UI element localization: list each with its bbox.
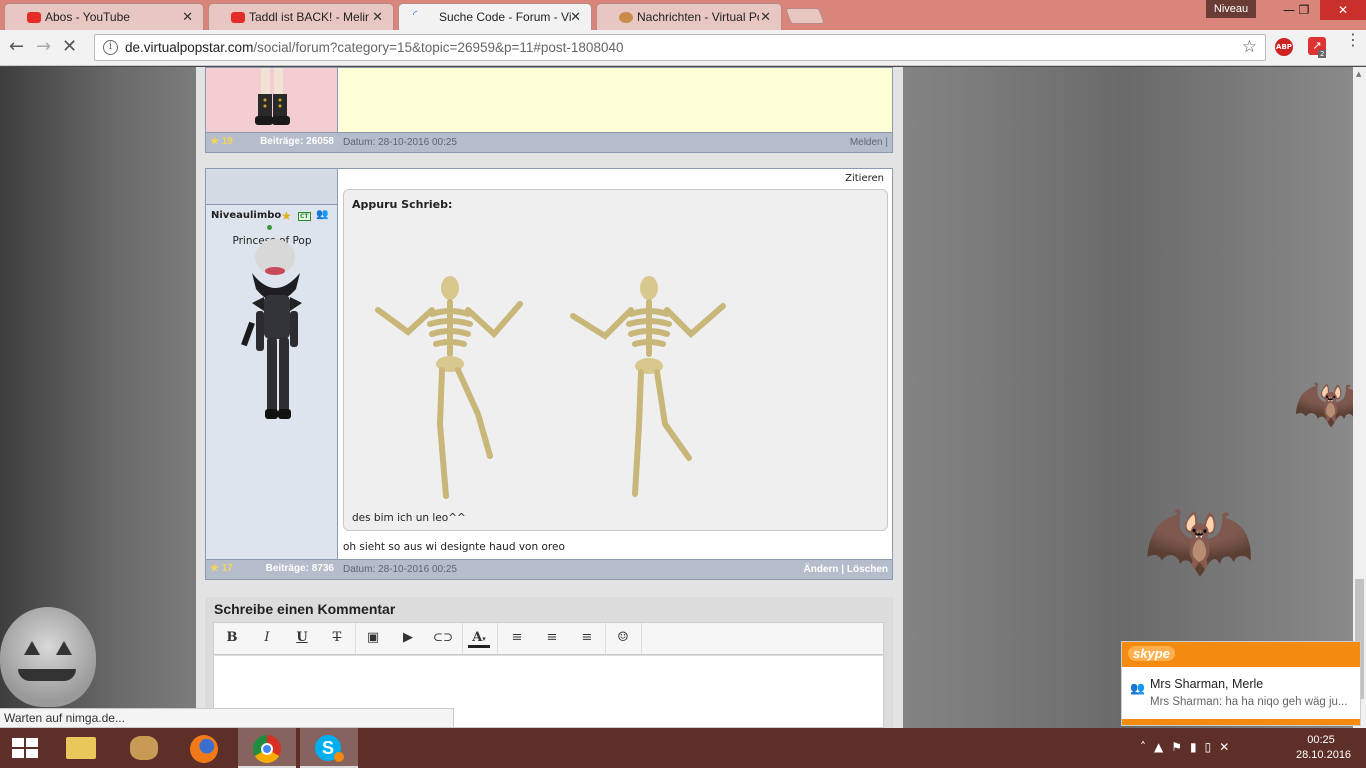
- avatar[interactable]: [230, 233, 314, 423]
- stop-loading-button[interactable]: ✕: [62, 37, 77, 57]
- tab-taddl[interactable]: Taddl ist BACK! - Melina ✕: [208, 3, 394, 30]
- status-bubble: Warten auf nimga.de...: [0, 708, 454, 728]
- close-tab-icon[interactable]: ✕: [182, 9, 193, 25]
- post-footer: ★ 17 Beiträge: 8736 Datum: 28-10-2016 00…: [206, 559, 892, 579]
- youtube-icon: [27, 12, 41, 23]
- group-chat-icon: 👥: [1130, 681, 1145, 695]
- quote-author: Appuru Schrieb:: [352, 198, 453, 211]
- video-icon[interactable]: ▶: [397, 630, 419, 648]
- quote-button[interactable]: Zitieren: [845, 173, 884, 184]
- halloween-background-right: 🦇 🦇: [903, 67, 1366, 728]
- new-tab-button[interactable]: [785, 8, 825, 24]
- editor-toolbar: B I U T ▣ ▶ ⊂⊃ A▾ ≡ ≡ ≡ ☺: [213, 622, 884, 655]
- ct-badge: CT: [298, 212, 311, 221]
- profile-badge[interactable]: Niveau: [1206, 0, 1256, 18]
- comment-heading: Schreibe einen Kommentar: [214, 601, 396, 617]
- skype-footer-bar: [1122, 719, 1360, 725]
- text-color-button[interactable]: A▾: [468, 630, 490, 648]
- post-date: Datum: 28-10-2016 00:25: [343, 564, 457, 575]
- url-text[interactable]: de.virtualpopstar.com/social/forum?categ…: [125, 40, 623, 55]
- vip-star-icon: ★: [281, 209, 292, 223]
- info-icon[interactable]: i: [103, 40, 118, 55]
- tab-youtube-abos[interactable]: Abos - YouTube ✕: [4, 3, 204, 30]
- friends-icon[interactable]: 👥: [316, 209, 328, 220]
- skype-logo: skype: [1128, 646, 1175, 661]
- link-icon[interactable]: ⊂⊃: [432, 630, 454, 648]
- restore-button[interactable]: ❐: [1294, 0, 1314, 20]
- skeleton-image: [375, 276, 523, 499]
- tab-title: Abos - YouTube: [45, 10, 130, 24]
- loading-icon: ◜: [413, 9, 418, 21]
- tab-title: Suche Code - Forum - Vi: [439, 10, 571, 24]
- extension-badge: 2: [1318, 50, 1327, 58]
- youtube-icon: [231, 12, 245, 23]
- clock-date: 28.10.2016: [1296, 749, 1352, 761]
- tab-forum[interactable]: ◜ Suche Code - Forum - Vi ✕: [398, 3, 592, 30]
- file-explorer-icon[interactable]: [52, 728, 110, 768]
- address-bar[interactable]: i de.virtualpopstar.com/social/forum?cat…: [94, 34, 1266, 61]
- skeleton-image: [570, 276, 726, 497]
- skype-message-preview: Mrs Sharman: ha ha niqo geh wäg ju...: [1150, 696, 1348, 708]
- forum-post: Niveaulimbo ★ CT 👥 Princess of Pop Zitie…: [205, 168, 893, 580]
- windows-taskbar: S ˄▲⚑▮▯✕ 00:25 28.10.2016: [0, 728, 1366, 768]
- author-avatar-panel: [206, 68, 338, 132]
- chrome-icon[interactable]: [238, 728, 296, 768]
- bookmark-star-icon[interactable]: ☆: [1242, 37, 1257, 57]
- bat-decoration: 🦇: [1143, 487, 1256, 592]
- close-tab-icon[interactable]: ✕: [372, 9, 383, 25]
- italic-button[interactable]: I: [256, 630, 278, 648]
- page-scrollbar[interactable]: ▲: [1353, 67, 1366, 728]
- tab-title: Nachrichten - Virtual Pop: [637, 10, 759, 24]
- game-app-icon[interactable]: [116, 728, 174, 768]
- browser-toolbar: ← → ✕ i de.virtualpopstar.com/social/for…: [0, 30, 1366, 66]
- post-date: Datum: 28-10-2016 00:25: [343, 137, 457, 148]
- tab-nachrichten[interactable]: Nachrichten - Virtual Pop ✕: [596, 3, 782, 30]
- avatar: [255, 68, 290, 125]
- close-window-button[interactable]: ✕: [1320, 0, 1366, 20]
- browser-tab-strip: Abos - YouTube ✕ Taddl ist BACK! - Melin…: [0, 0, 1366, 30]
- online-status-icon: [267, 225, 272, 230]
- strikethrough-button[interactable]: T: [326, 630, 348, 648]
- close-tab-icon[interactable]: ✕: [760, 9, 771, 25]
- align-right-icon[interactable]: ≡: [576, 630, 598, 648]
- clock-time: 00:25: [1307, 734, 1335, 746]
- taskbar-clock[interactable]: 00:25 28.10.2016: [1296, 733, 1352, 763]
- windows-start-icon[interactable]: [12, 738, 38, 758]
- report-link[interactable]: Melden |: [850, 137, 888, 148]
- system-tray-icons[interactable]: ˄▲⚑▮▯✕: [1140, 740, 1237, 754]
- level-indicator: ★ 17: [210, 563, 233, 574]
- level-indicator: ★ 19: [210, 136, 233, 147]
- firefox-icon[interactable]: [176, 728, 234, 768]
- post-message-area: [339, 68, 892, 132]
- post-count: Beiträge: 26058: [260, 136, 334, 147]
- image-icon[interactable]: ▣: [362, 630, 384, 648]
- quote-text: des bim ich un leo^^: [352, 512, 466, 524]
- align-center-icon[interactable]: ≡: [541, 630, 563, 648]
- author-panel: Niveaulimbo ★ CT 👥 Princess of Pop: [206, 169, 338, 559]
- forward-button[interactable]: →: [36, 37, 51, 57]
- close-tab-icon[interactable]: ✕: [570, 9, 581, 25]
- skype-notification[interactable]: skype 👥 Mrs Sharman, Merle Mrs Sharman: …: [1121, 641, 1361, 726]
- chrome-menu-icon[interactable]: ⋮: [1345, 32, 1361, 48]
- edit-delete-links[interactable]: Ändern | Löschen: [804, 564, 888, 575]
- skype-icon[interactable]: S: [300, 728, 358, 768]
- underline-button[interactable]: U: [291, 630, 313, 648]
- skype-header: skype: [1122, 642, 1360, 667]
- pumpkin-decoration: [0, 607, 96, 707]
- back-button[interactable]: ←: [9, 37, 24, 57]
- post-message: oh sieht so aus wi designte haud von ore…: [343, 541, 565, 553]
- adblock-plus-icon[interactable]: ABP: [1275, 38, 1293, 56]
- skype-chat-name: Mrs Sharman, Merle: [1150, 677, 1264, 691]
- author-username[interactable]: Niveaulimbo: [211, 210, 281, 221]
- bold-button[interactable]: B: [221, 630, 243, 648]
- forum-post: ★ 19 Beiträge: 26058 Datum: 28-10-2016 0…: [205, 67, 893, 153]
- scroll-up-arrow-icon[interactable]: ▲: [1356, 70, 1361, 78]
- avatar-favicon-icon: [619, 12, 633, 23]
- post-count: Beiträge: 8736: [265, 563, 334, 574]
- quote-block: Appuru Schrieb: des bim ich un leo^^: [343, 189, 888, 531]
- align-left-icon[interactable]: ≡: [506, 630, 528, 648]
- tab-title: Taddl ist BACK! - Melina: [249, 10, 369, 24]
- smiley-icon[interactable]: ☺: [612, 630, 634, 648]
- post-footer: ★ 19 Beiträge: 26058 Datum: 28-10-2016 0…: [206, 132, 892, 152]
